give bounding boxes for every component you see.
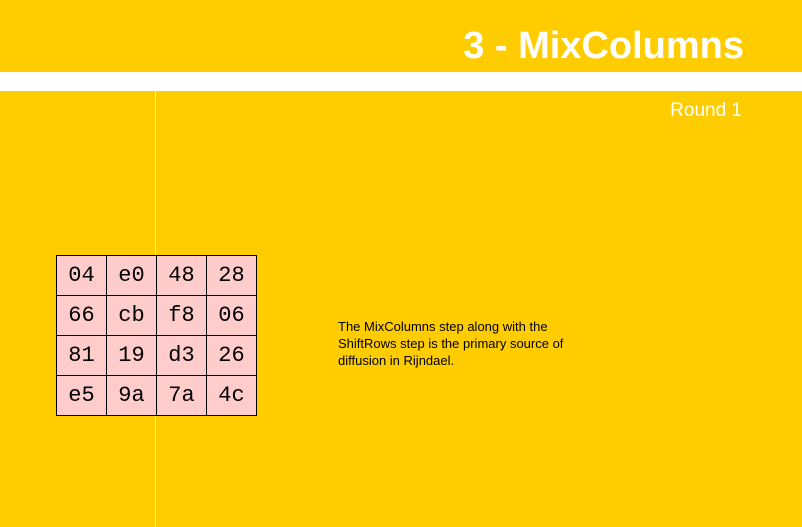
state-cell-r0-c2: 48 [157, 256, 207, 296]
state-cell-r0-c3: 28 [207, 256, 257, 296]
state-matrix: 04 e0 48 28 66 cb f8 06 81 19 d3 26 e5 9… [56, 255, 257, 416]
state-cell-r3-c3: 4c [207, 376, 257, 416]
state-cell-r2-c0: 81 [57, 336, 107, 376]
slide-title: 3 - MixColumns [463, 25, 744, 67]
state-cell-r1-c2: f8 [157, 296, 207, 336]
state-cell-r3-c0: e5 [57, 376, 107, 416]
state-cell-r3-c2: 7a [157, 376, 207, 416]
state-cell-r1-c3: 06 [207, 296, 257, 336]
state-cell-r2-c1: 19 [107, 336, 157, 376]
state-cell-r1-c0: 66 [57, 296, 107, 336]
state-cell-r2-c3: 26 [207, 336, 257, 376]
state-cell-r1-c1: cb [107, 296, 157, 336]
state-cell-r2-c2: d3 [157, 336, 207, 376]
state-cell-r3-c1: 9a [107, 376, 157, 416]
description-text: The MixColumns step along with the Shift… [338, 319, 564, 368]
state-cell-r0-c0: 04 [57, 256, 107, 296]
title-divider-bar [0, 72, 802, 91]
state-cell-r0-c1: e0 [107, 256, 157, 296]
round-label: Round 1 [670, 100, 742, 121]
